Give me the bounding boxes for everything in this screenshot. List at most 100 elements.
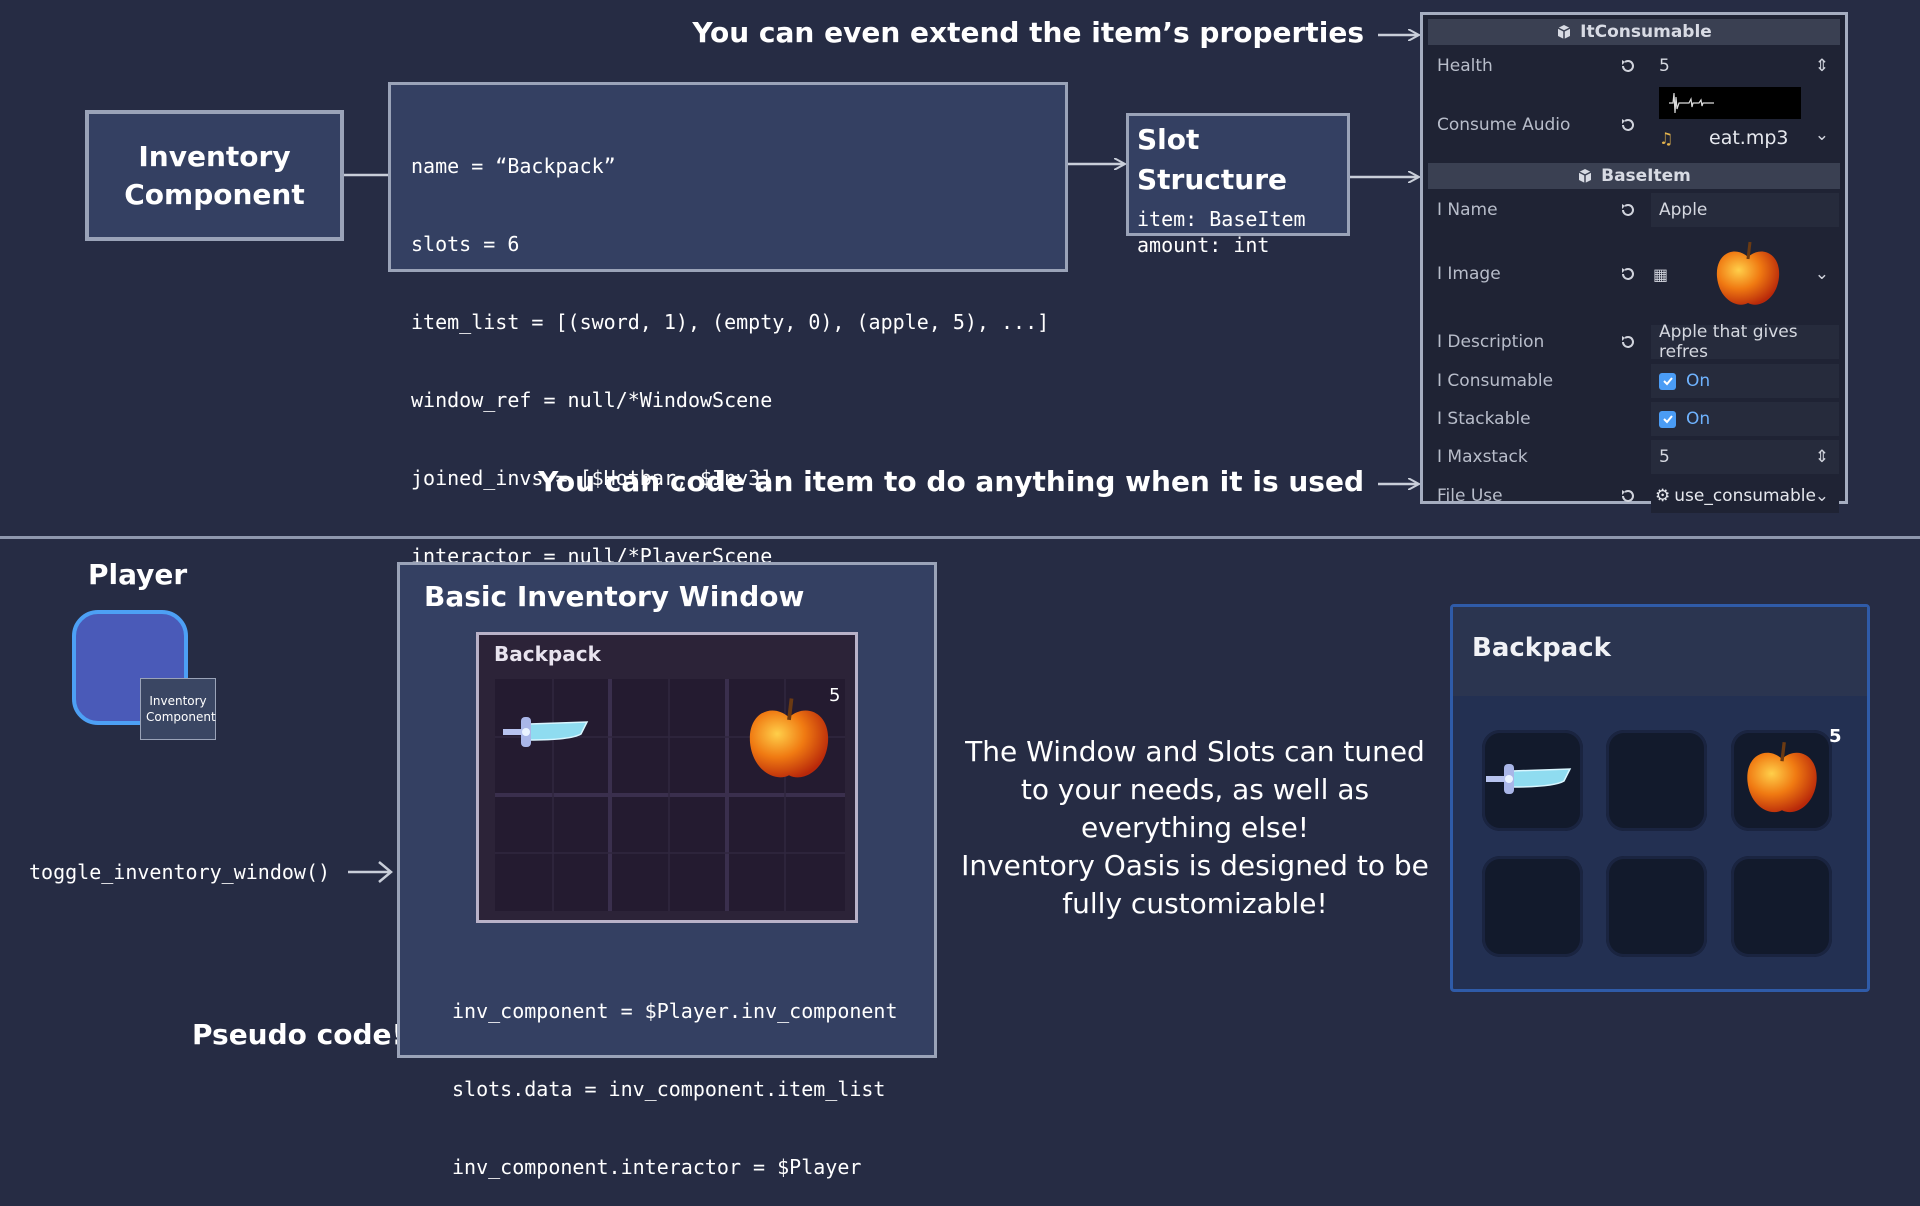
maxstack-field[interactable]: 5 ⇕: [1651, 440, 1839, 474]
spinner-icon[interactable]: ⇕: [1815, 56, 1829, 76]
consumable-value: On: [1686, 371, 1711, 391]
backpack-slot[interactable]: 5: [1731, 726, 1842, 831]
consume-audio-row[interactable]: Consume Audio ♫ eat.mp3 ⌄: [1429, 85, 1839, 165]
consume-audio-value: eat.mp3: [1709, 127, 1789, 149]
stackable-field[interactable]: On: [1651, 402, 1839, 436]
file-use-label: File Use: [1437, 486, 1503, 506]
cube-icon: [1557, 25, 1571, 39]
sword-icon[interactable]: [501, 713, 593, 751]
chevron-down-icon[interactable]: ⌄: [1815, 486, 1829, 506]
image-row[interactable]: I Image ▦ ⌄: [1429, 229, 1839, 319]
stackable-label: I Stackable: [1437, 409, 1531, 429]
description-value: Apple that gives refres: [1659, 322, 1798, 362]
backpack-apple-count: 5: [1829, 726, 1842, 747]
code-line-window-ref: window_ref = null/*WindowScene: [411, 388, 773, 412]
revert-icon[interactable]: [1619, 265, 1637, 283]
consumable-label: I Consumable: [1437, 371, 1554, 391]
code-line-slots: slots = 6: [411, 232, 520, 256]
backpack-slot[interactable]: [1606, 730, 1707, 831]
inspector-section-baseitem: BaseItem: [1428, 163, 1840, 189]
health-value: 5: [1659, 56, 1670, 76]
health-row[interactable]: Health 5 ⇕: [1429, 49, 1839, 83]
player-title: Player: [88, 558, 188, 591]
name-label: I Name: [1437, 200, 1498, 220]
basic-inventory-window-title: Basic Inventory Window: [424, 580, 805, 613]
waveform-preview: [1659, 87, 1801, 119]
revert-icon[interactable]: [1619, 333, 1637, 351]
file-use-field[interactable]: ⚙ use_consumable ⌄: [1651, 479, 1839, 513]
note-code-item: You can code an item to do anything when…: [538, 465, 1364, 498]
image-label: I Image: [1437, 264, 1501, 284]
backpack-slot[interactable]: [1606, 856, 1707, 957]
consumable-row[interactable]: I Consumable On: [1429, 364, 1839, 398]
cube-icon: [1578, 169, 1592, 183]
revert-icon[interactable]: [1619, 487, 1637, 505]
file-use-row[interactable]: File Use ⚙ use_consumable ⌄: [1429, 479, 1839, 513]
code-line-name: name = “Backpack”: [411, 154, 616, 178]
center-text-line-4: Inventory Oasis is designed to be: [961, 849, 1429, 882]
slot-structure-title: Slot Structure: [1137, 123, 1288, 196]
item-inspector-panel: ItConsumable Health 5 ⇕ Consume Audio ♫ …: [1420, 12, 1848, 513]
revert-icon[interactable]: [1619, 201, 1637, 219]
stackable-row[interactable]: I Stackable On: [1429, 402, 1839, 436]
revert-icon[interactable]: [1619, 57, 1637, 75]
chevron-down-icon[interactable]: ⌄: [1815, 125, 1829, 145]
arrow-right-icon: [348, 861, 393, 883]
slot-structure-item: item: BaseItem: [1137, 207, 1306, 231]
consumable-field[interactable]: On: [1651, 364, 1839, 398]
window-code-line-3: inv_component.interactor = $Player: [452, 1155, 862, 1179]
window-pseudo-code: inv_component = $Player.inv_component sl…: [452, 946, 898, 1206]
revert-icon[interactable]: [1619, 116, 1637, 134]
code-line-item-list: item_list = [(sword, 1), (empty, 0), (ap…: [411, 310, 1050, 334]
mini-apple-count: 5: [829, 685, 841, 706]
description-field[interactable]: Apple that gives refres: [1651, 322, 1839, 362]
backpack-slot[interactable]: [1482, 856, 1583, 957]
center-text-line-1: The Window and Slots can tuned: [965, 735, 1425, 768]
center-text-line-2: to your needs, as well as: [1020, 773, 1370, 806]
apple-icon[interactable]: [745, 693, 833, 787]
name-row[interactable]: I Name Apple: [1429, 193, 1839, 227]
note-extend-properties: You can even extend the item’s propertie…: [692, 16, 1364, 49]
consume-audio-label: Consume Audio: [1437, 115, 1571, 135]
description-label: I Description: [1437, 332, 1545, 352]
inventory-component-code: name = “Backpack” slots = 6 item_list = …: [388, 82, 1068, 568]
texture-icon: ▦: [1653, 264, 1669, 284]
player-inventory-component: Inventory Component: [140, 678, 216, 740]
maxstack-label: I Maxstack: [1437, 447, 1528, 467]
backpack-slot[interactable]: [1482, 730, 1583, 831]
customization-description: The Window and Slots can tuned to your n…: [960, 733, 1430, 923]
gear-icon: ⚙: [1655, 486, 1671, 506]
maxstack-row[interactable]: I Maxstack 5 ⇕: [1429, 440, 1839, 474]
waveform-icon: [1669, 92, 1714, 114]
file-use-value: use_consumable: [1674, 486, 1816, 506]
backpack-slot[interactable]: [1731, 856, 1832, 957]
audio-file-icon: ♫: [1659, 129, 1674, 148]
mini-window-title: Backpack: [494, 642, 601, 666]
center-text-line-5: fully customizable!: [1062, 887, 1328, 920]
image-field[interactable]: ▦ ⌄: [1651, 229, 1839, 319]
name-field[interactable]: Apple: [1651, 193, 1839, 227]
section-divider: [0, 536, 1920, 539]
health-field[interactable]: 5 ⇕: [1651, 49, 1839, 83]
apple-icon[interactable]: [1743, 734, 1821, 824]
backpack-title: Backpack: [1472, 633, 1611, 663]
maxstack-value: 5: [1659, 447, 1670, 467]
spinner-icon[interactable]: ⇕: [1815, 447, 1829, 467]
sword-icon[interactable]: [1484, 760, 1576, 798]
checkbox-checked-icon[interactable]: [1659, 410, 1676, 428]
player-component-label: Inventory Component: [146, 694, 216, 724]
center-text-line-3: everything else!: [1080, 811, 1310, 844]
inspector-section-title: ItConsumable: [1580, 22, 1712, 42]
slot-structure-amount: amount: int: [1137, 233, 1270, 257]
consume-audio-field[interactable]: ♫ eat.mp3 ⌄: [1651, 85, 1839, 165]
checkbox-checked-icon[interactable]: [1659, 372, 1676, 390]
chevron-down-icon[interactable]: ⌄: [1815, 264, 1829, 284]
description-row[interactable]: I Description Apple that gives refres: [1429, 322, 1839, 362]
mini-backpack-window: 5: [476, 632, 858, 923]
window-code-line-1: inv_component = $Player.inv_component: [452, 999, 898, 1023]
name-value: Apple: [1659, 200, 1708, 220]
health-label: Health: [1437, 56, 1493, 76]
slot-structure-box: Slot Structure item: BaseItem amount: in…: [1126, 113, 1350, 257]
inspector-section-title: BaseItem: [1601, 166, 1691, 186]
stackable-value: On: [1686, 409, 1711, 429]
